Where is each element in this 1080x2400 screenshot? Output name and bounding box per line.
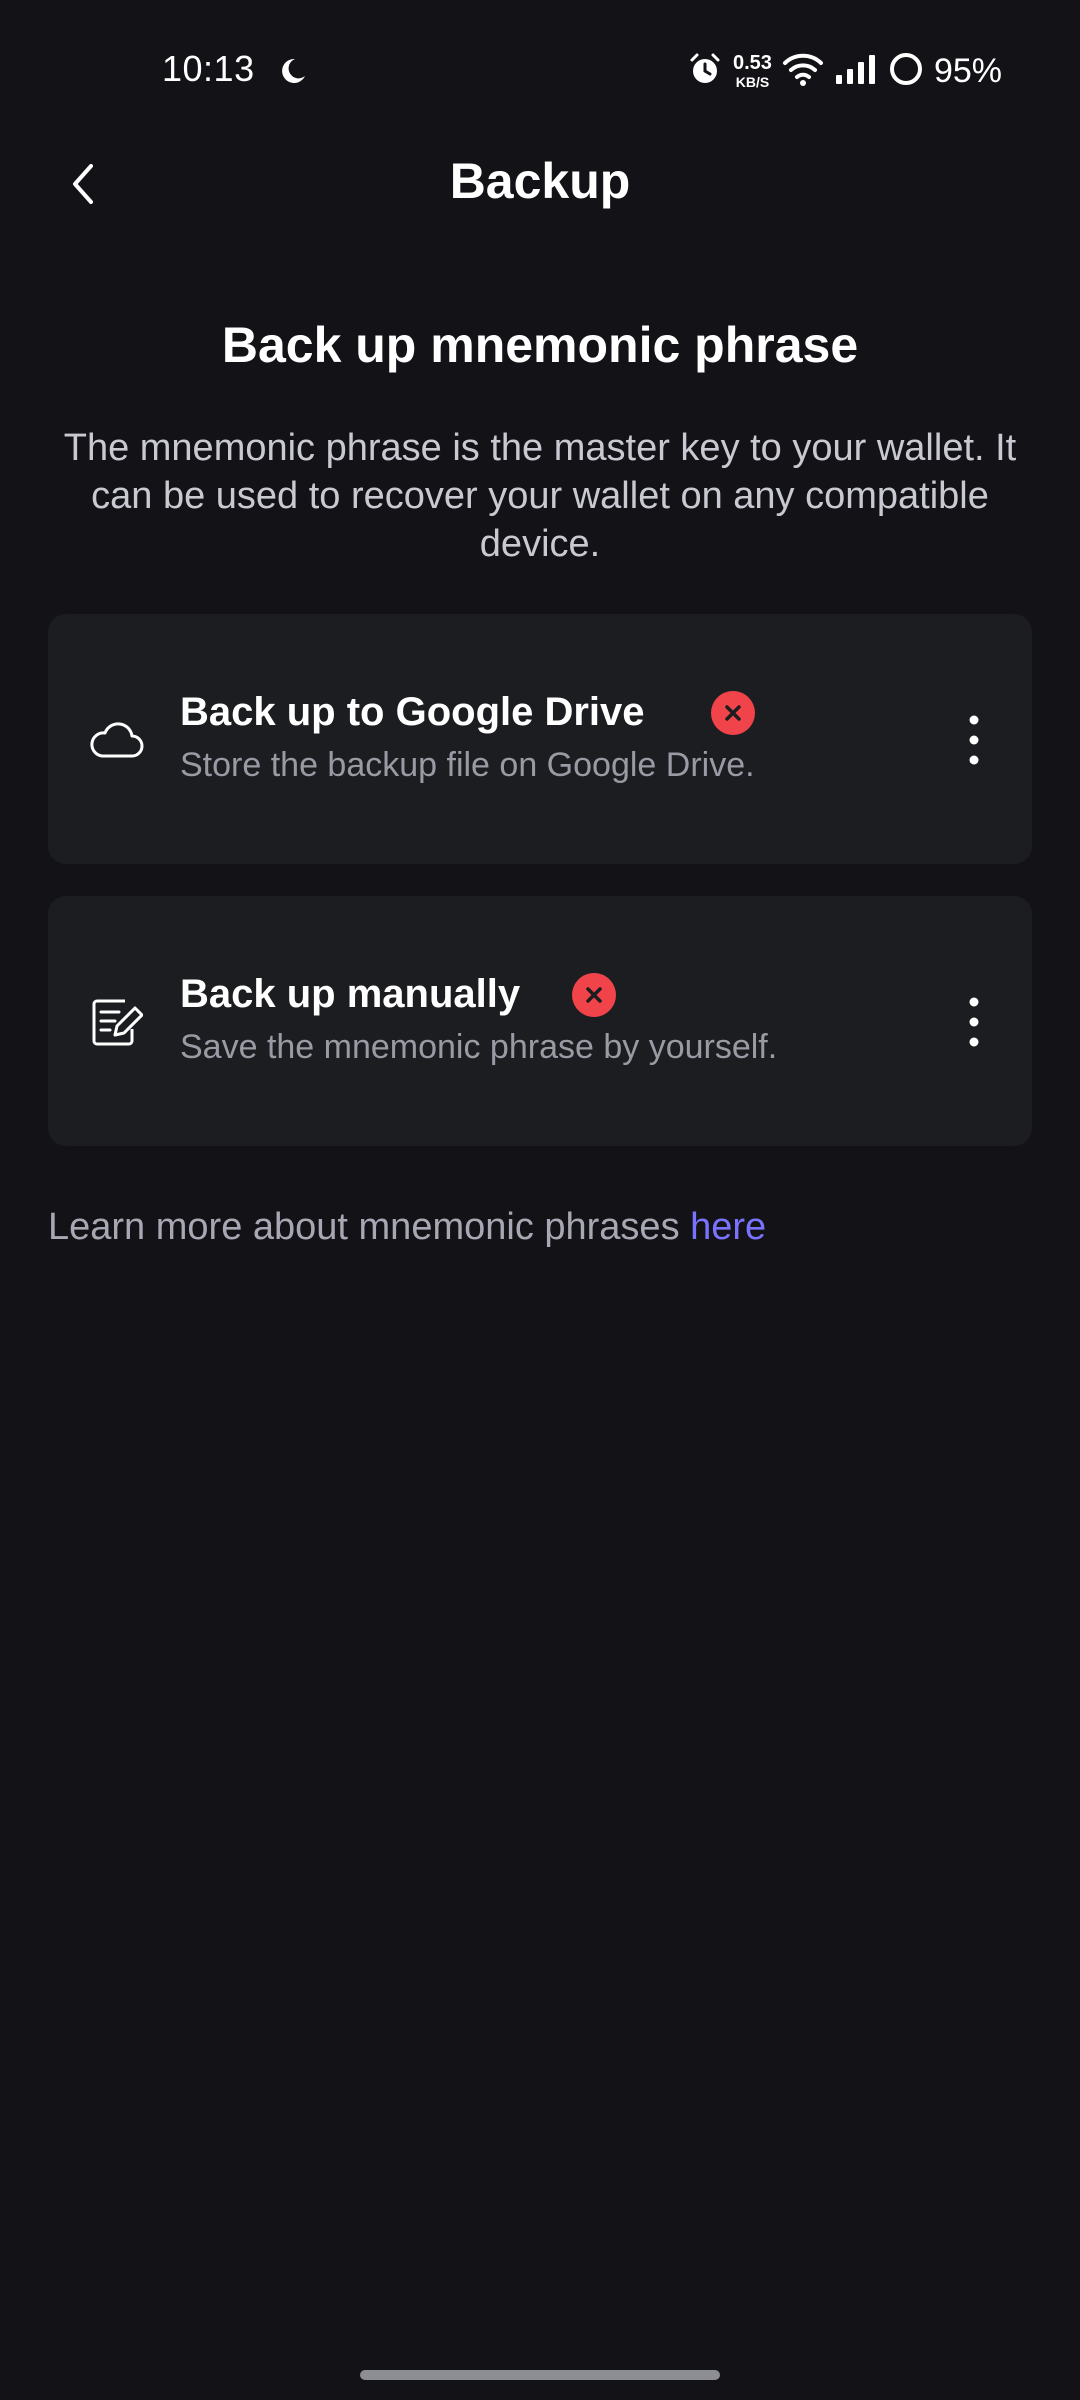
status-bar: 10:13 0.53 KB/S 95% bbox=[0, 0, 1080, 140]
google-drive-backup-card[interactable]: Back up to Google Drive Store the backup… bbox=[48, 614, 1032, 864]
network-speed-unit: KB/S bbox=[735, 74, 770, 90]
close-icon bbox=[586, 986, 602, 1003]
home-indicator[interactable] bbox=[360, 2370, 720, 2380]
card-title-row: Back up manually bbox=[180, 972, 617, 1017]
wifi-icon bbox=[782, 51, 824, 92]
learn-more-link[interactable]: here bbox=[690, 1206, 766, 1248]
not-backed-up-badge bbox=[710, 690, 755, 735]
do-not-disturb-moon-icon bbox=[278, 56, 308, 86]
edit-note-icon bbox=[84, 990, 148, 1054]
more-options-button[interactable] bbox=[954, 708, 994, 772]
card-title: Back up manually bbox=[180, 972, 521, 1016]
more-options-button[interactable] bbox=[954, 990, 994, 1054]
learn-more-label: Learn more about mnemonic phrases bbox=[48, 1206, 691, 1248]
status-icons: 0.53 KB/S 95% bbox=[687, 46, 1002, 96]
card-title-row: Back up to Google Drive bbox=[180, 690, 755, 735]
card-title: Back up to Google Drive bbox=[180, 690, 645, 734]
section-description: The mnemonic phrase is the master key to… bbox=[63, 427, 1017, 565]
not-backed-up-badge bbox=[572, 972, 617, 1017]
card-subtitle: Save the mnemonic phrase by yourself. bbox=[180, 1028, 778, 1066]
more-vertical-icon bbox=[969, 997, 979, 1047]
learn-more-text: Learn more about mnemonic phrases here bbox=[48, 1206, 766, 1249]
alarm-icon bbox=[687, 51, 723, 92]
more-vertical-icon bbox=[969, 715, 979, 765]
network-speed-value: 0.53 bbox=[733, 52, 772, 74]
status-time: 10:13 bbox=[162, 48, 255, 89]
page-title: Backup bbox=[449, 153, 631, 209]
cloud-icon bbox=[84, 708, 148, 772]
section-heading: Back up mnemonic phrase bbox=[221, 317, 859, 373]
signal-icon bbox=[834, 53, 878, 90]
manual-backup-card[interactable]: Back up manually Save the mnemonic phras… bbox=[48, 896, 1032, 1146]
app-bar: Backup bbox=[0, 140, 1080, 230]
network-speed: 0.53 KB/S bbox=[733, 53, 772, 89]
battery-ring-icon bbox=[888, 51, 924, 92]
battery-level: 95% bbox=[933, 51, 1002, 90]
card-subtitle: Store the backup file on Google Drive. bbox=[180, 746, 755, 784]
close-icon bbox=[724, 704, 741, 721]
